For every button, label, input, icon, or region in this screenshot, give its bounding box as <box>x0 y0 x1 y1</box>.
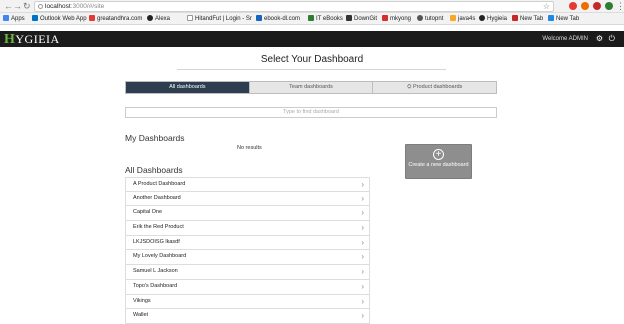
site-icon <box>89 15 95 21</box>
bookmark-item[interactable]: Outlook Web App <box>32 14 87 24</box>
app-header: HYGIEIA Welcome ADMIN ⚙ ⏻ <box>0 31 624 47</box>
chevron-right-icon: › <box>361 193 364 203</box>
dashboard-type-tabs: All dashboards Team dashboards ⛭ Product… <box>125 81 497 94</box>
browser-toolbar: ← → ↻ localhost:3000/#/site ☆ ⋮ <box>0 0 624 13</box>
bookmark-item[interactable]: mkyong <box>382 14 411 24</box>
plus-icon: + <box>433 149 444 160</box>
outlook-icon <box>32 15 38 21</box>
page-icon <box>187 15 193 21</box>
list-item[interactable]: My Lovely Dashboard › <box>125 250 370 266</box>
chevron-right-icon: › <box>361 223 364 233</box>
list-item[interactable]: Topo's Dashboard › <box>125 279 370 295</box>
alexa-icon <box>147 15 153 21</box>
bookmark-item[interactable]: Hygieia <box>479 14 507 24</box>
site-icon <box>256 15 262 21</box>
create-dashboard-button[interactable]: + Create a new dashboard <box>405 144 472 179</box>
list-item[interactable]: A Product Dashboard › <box>125 177 370 192</box>
chevron-right-icon: › <box>361 180 364 189</box>
bookmark-item[interactable]: greatandhra.com <box>89 14 142 24</box>
chevron-right-icon: › <box>361 281 364 291</box>
chevron-right-icon: › <box>361 267 364 277</box>
bookmark-star-icon[interactable]: ☆ <box>543 2 550 12</box>
bookmark-item[interactable]: tutopnt <box>417 14 443 24</box>
dashboard-list: A Product Dashboard › Another Dashboard › … <box>125 177 370 324</box>
list-item[interactable]: Capital One › <box>125 206 370 222</box>
site-icon <box>308 15 314 21</box>
list-item[interactable]: LKJSDOISG lkasdf › <box>125 235 370 251</box>
reload-icon[interactable]: ↻ <box>23 1 31 12</box>
list-item[interactable]: Wallet › <box>125 309 370 324</box>
list-item[interactable]: Vikings › <box>125 294 370 310</box>
list-item[interactable]: Samuel L Jackson › <box>125 265 370 280</box>
divider <box>177 69 446 70</box>
extension-icon[interactable] <box>569 2 577 10</box>
my-dashboards-heading: My Dashboards <box>125 133 185 143</box>
list-item[interactable]: Erik the Red Product › <box>125 221 370 236</box>
apps-icon <box>3 15 9 21</box>
address-bar[interactable]: localhost:3000/#/site ☆ <box>34 1 554 12</box>
bookmark-item[interactable]: HitandFut | Login - Sr <box>187 14 252 24</box>
gear-icon[interactable]: ⚙ <box>596 34 603 44</box>
list-item[interactable]: Another Dashboard › <box>125 191 370 207</box>
extension-icon[interactable] <box>605 2 613 10</box>
back-icon[interactable]: ← <box>4 1 13 12</box>
forward-icon[interactable]: → <box>13 1 22 12</box>
site-icon <box>417 15 423 21</box>
chevron-right-icon: › <box>361 296 364 306</box>
site-icon <box>450 15 456 21</box>
site-icon <box>548 15 554 21</box>
hygieia-logo[interactable]: HYGIEIA <box>4 32 60 47</box>
bookmark-item[interactable]: Apps <box>3 14 25 24</box>
page-title: Select Your Dashboard <box>260 54 364 65</box>
site-icon <box>382 15 388 21</box>
url-path: :3000/#/site <box>70 3 105 10</box>
bookmark-item[interactable]: java4s <box>450 14 475 24</box>
bookmark-item[interactable]: New Tab <box>512 14 543 24</box>
chevron-right-icon: › <box>361 237 364 247</box>
tab-all-dashboards[interactable]: All dashboards <box>126 82 249 93</box>
chevron-right-icon: › <box>361 208 364 218</box>
bookmarks-bar: Apps Outlook Web App greatandhra.com Ale… <box>0 13 624 25</box>
extension-icon[interactable] <box>593 2 601 10</box>
bookmark-item[interactable]: New Tab <box>548 14 579 24</box>
extension-icon[interactable] <box>581 2 589 10</box>
power-icon[interactable]: ⏻ <box>609 34 615 44</box>
bookmark-item[interactable]: IT eBooks <box>308 14 343 24</box>
welcome-text: Welcome ADMIN <box>542 36 588 42</box>
dashboard-search-input[interactable]: Type to find dashboard <box>125 107 497 118</box>
info-icon[interactable] <box>38 4 43 9</box>
menu-icon[interactable]: ⋮ <box>616 1 624 12</box>
github-icon <box>479 15 485 21</box>
bookmark-item[interactable]: DownGit <box>346 14 377 24</box>
no-results-text: No results <box>237 145 262 151</box>
site-icon <box>346 15 352 21</box>
tab-team-dashboards[interactable]: Team dashboards <box>248 82 373 93</box>
chevron-right-icon: › <box>361 311 364 321</box>
bookmark-item[interactable]: ebook-dl.com <box>256 14 300 24</box>
tab-product-dashboards[interactable]: ⛭ Product dashboards <box>372 82 497 93</box>
all-dashboards-heading: All Dashboards <box>125 165 183 175</box>
bookmark-item[interactable]: Alexa <box>147 14 170 24</box>
url-host: localhost <box>45 3 71 10</box>
site-icon <box>512 15 518 21</box>
chevron-right-icon: › <box>361 252 364 262</box>
